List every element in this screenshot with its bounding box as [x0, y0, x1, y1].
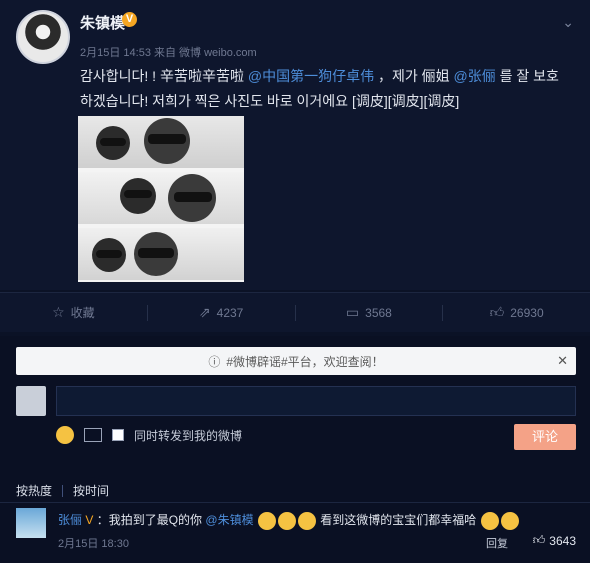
close-icon[interactable]: ✕ — [557, 353, 568, 369]
section-divider — [0, 502, 590, 503]
comment-text-prefix: ：我拍到了最Q的你 — [96, 513, 203, 527]
comment-tools: 同时转发到我的微博 — [56, 424, 242, 446]
emoji-icon — [480, 511, 499, 530]
comment-mention[interactable]: @朱镇模 — [205, 513, 253, 527]
post-actions: ☆ 收藏 ⇗ 4237 ▭ 3568 👍︎ 26930 — [0, 292, 590, 332]
star-icon: ☆ — [52, 304, 65, 320]
sort-time-tab[interactable]: 按时间 — [73, 482, 109, 499]
photo-strip — [78, 116, 244, 168]
forward-icon: ⇗ — [198, 304, 211, 320]
sort-hot-tab[interactable]: 按热度 — [16, 482, 52, 499]
post-text-line1-prefix: 감사합니다! ! 辛苦啦辛苦啦 — [80, 68, 248, 84]
comment-sort-tabs: 按热度 按时间 — [16, 482, 109, 499]
comment-like-button[interactable]: 👍︎ 3643 — [533, 533, 576, 548]
like-button[interactable]: 👍︎ 26930 — [443, 293, 590, 332]
collect-button[interactable]: ☆ 收藏 — [0, 293, 147, 332]
emoji-icon — [257, 511, 276, 530]
image-icon[interactable] — [84, 428, 102, 442]
submit-comment-button[interactable]: 评论 — [514, 424, 576, 450]
post-meta: 2月15日 14:53 来自 微博 weibo.com — [80, 47, 257, 59]
info-icon: ⓘ — [208, 354, 221, 369]
reply-button[interactable]: 回复 — [486, 535, 508, 551]
commenter-badges-icon: V — [85, 513, 94, 527]
comment-text-mid: 看到这微博的宝宝们都幸福哈 — [320, 513, 477, 527]
comment-button[interactable]: ▭ 3568 — [296, 293, 443, 332]
post-text-line1-suffix: 를 잘 보호 — [499, 68, 559, 84]
comments-section: ⓘ #微博辟谣#平台，欢迎查阅！ ✕ 同时转发到我的微博 评论 按热度 按时间 … — [0, 336, 590, 563]
post-photo[interactable] — [78, 116, 244, 282]
emoji-icon[interactable] — [56, 426, 74, 444]
commenter-username[interactable]: 张俪 — [58, 513, 82, 527]
post-text-line1-mid: ，제가 俪姐 — [377, 68, 454, 84]
rumor-notice[interactable]: ⓘ #微博辟谣#平台，欢迎查阅！ ✕ — [16, 347, 576, 375]
forward-checkbox[interactable] — [112, 429, 124, 441]
thumbs-up-icon: 👍︎ — [489, 304, 505, 320]
post-content: 감사합니다! ! 辛苦啦辛苦啦 @中国第一狗仔卓伟 ，제가 俪姐 @张俪 를 잘… — [80, 64, 575, 114]
comment-like-count: 3643 — [549, 533, 576, 548]
weibo-post: 朱镇模 V ⌄ 2月15日 14:53 来自 微博 weibo.com 감사합니… — [0, 0, 590, 290]
post-text-line2: 하겠습니다! 저희가 찍은 사진도 바로 이거에요 [调皮][调皮][调皮] — [80, 93, 460, 109]
forward-checkbox-label: 同时转发到我的微博 — [134, 428, 243, 443]
comment-icon: ▭ — [345, 304, 360, 320]
sort-divider — [62, 484, 64, 497]
forward-button[interactable]: ⇗ 4237 — [148, 293, 295, 332]
comment-item: 张俪 V ：我拍到了最Q的你 @朱镇模 看到这微博的宝宝们都幸福哈 2月15日 … — [16, 508, 576, 558]
photo-strip — [78, 228, 244, 280]
notice-text: #微博辟谣#平台，欢迎查阅！ — [226, 354, 384, 369]
like-count: 26930 — [510, 305, 544, 320]
comment-count: 3568 — [365, 305, 392, 320]
thumbs-up-icon: 👍︎ — [532, 533, 546, 547]
chevron-down-icon[interactable]: ⌄ — [562, 14, 574, 31]
author-avatar[interactable] — [16, 10, 70, 64]
comment-time: 2月15日 18:30 — [58, 538, 129, 550]
emoji-icon — [277, 511, 296, 530]
author-username[interactable]: 朱镇模 — [80, 12, 125, 33]
current-user-avatar — [16, 386, 46, 416]
collect-label: 收藏 — [70, 306, 95, 320]
comment-input[interactable] — [56, 386, 576, 416]
mention-link[interactable]: @中国第一狗仔卓伟 — [248, 68, 374, 84]
mention-link[interactable]: @张俪 — [454, 68, 496, 84]
comment-text: 张俪 V ：我拍到了最Q的你 @朱镇模 看到这微博的宝宝们都幸福哈 — [58, 511, 520, 530]
forward-count: 4237 — [216, 305, 244, 320]
emoji-icon — [500, 511, 519, 530]
commenter-avatar[interactable] — [16, 508, 46, 538]
emoji-icon — [297, 511, 316, 530]
verified-badge-icon: V — [122, 12, 137, 27]
photo-strip — [78, 172, 244, 224]
